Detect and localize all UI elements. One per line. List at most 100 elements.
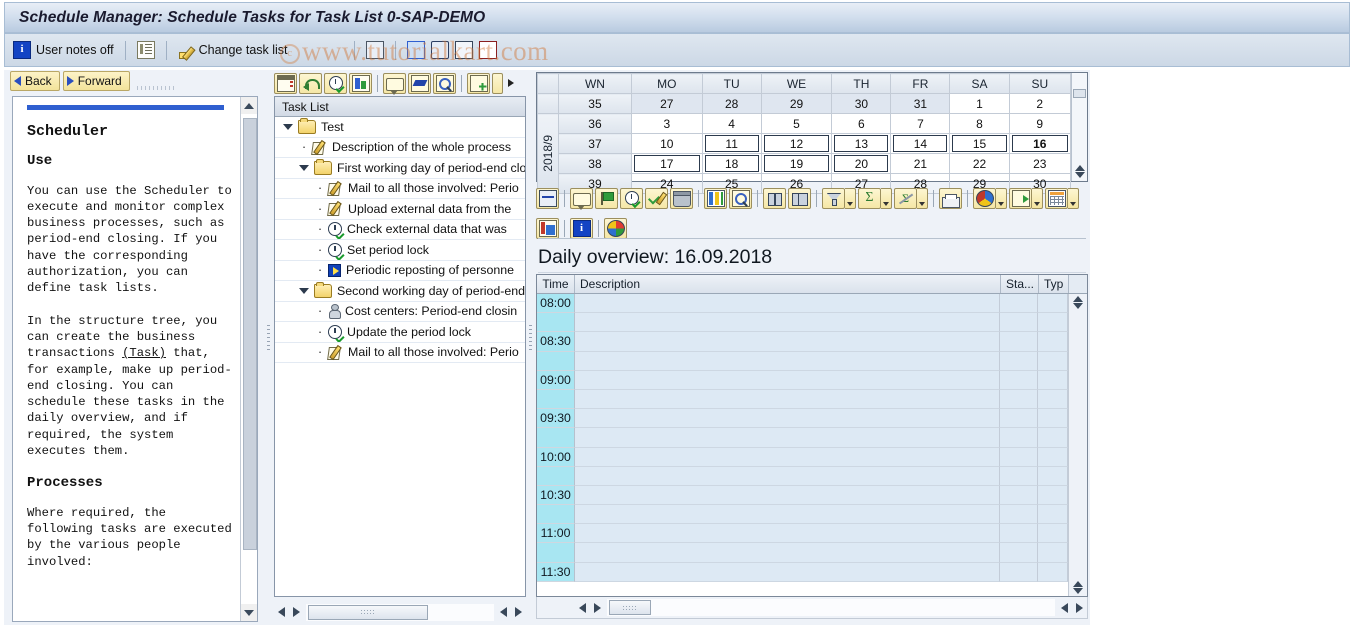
- cell-type[interactable]: [1038, 562, 1068, 582]
- scroll-down-icon[interactable]: [1073, 303, 1083, 309]
- column-header-description[interactable]: Description: [575, 275, 1001, 293]
- cell-description[interactable]: [575, 409, 1000, 429]
- calendar-week-number[interactable]: 38: [558, 153, 632, 174]
- scroll-page-right-button[interactable]: [511, 605, 526, 620]
- tree-node[interactable]: · Cost centers: Period-end closin: [275, 302, 525, 322]
- clock-check-button[interactable]: [620, 187, 643, 209]
- find-button[interactable]: [433, 72, 456, 94]
- dropdown-toggle[interactable]: [917, 187, 928, 209]
- tree-node[interactable]: First working day of period-end clo: [275, 158, 525, 179]
- color-legend-button[interactable]: [604, 217, 627, 239]
- print-button[interactable]: [939, 187, 962, 209]
- dropdown-toggle[interactable]: [881, 187, 892, 209]
- cell-time[interactable]: [537, 505, 575, 525]
- scroll-up-icon[interactable]: [1073, 581, 1083, 587]
- chevron-down-icon[interactable]: [299, 287, 309, 294]
- cell-description[interactable]: [575, 447, 1000, 467]
- cell-status[interactable]: [1000, 370, 1038, 390]
- cell-type[interactable]: [1038, 370, 1068, 390]
- cell-description[interactable]: [575, 389, 1000, 410]
- select-layout-button[interactable]: [406, 41, 425, 59]
- scroll-down-button[interactable]: [241, 604, 257, 621]
- scroll-left-button[interactable]: [274, 605, 289, 620]
- grid-scroll-bottom-arrows[interactable]: [1073, 581, 1083, 596]
- cell-description[interactable]: [575, 294, 1000, 314]
- grid-row[interactable]: [537, 389, 1068, 410]
- cell-status[interactable]: [1000, 562, 1038, 582]
- calendar-week-number[interactable]: 37: [558, 133, 632, 154]
- cell-description[interactable]: [575, 524, 1000, 544]
- cell-status[interactable]: [1000, 389, 1038, 410]
- spreadsheet-button[interactable]: [1045, 187, 1068, 209]
- grid-row[interactable]: 11:30: [537, 562, 1068, 582]
- tree-horizontal-scrollbar[interactable]: [274, 601, 526, 623]
- grid-row[interactable]: 09:00: [537, 370, 1068, 390]
- cell-description[interactable]: [575, 370, 1000, 390]
- scroll-page-left-button[interactable]: [1057, 600, 1072, 615]
- scroll-thumb[interactable]: [1073, 89, 1086, 98]
- info-button[interactable]: i: [570, 217, 593, 239]
- grid-row[interactable]: 08:00: [537, 294, 1068, 314]
- calendar-day-cell[interactable]: 6: [831, 113, 892, 134]
- cell-status[interactable]: [1000, 466, 1038, 486]
- total-sum-button[interactable]: Σ: [858, 187, 881, 209]
- filter-button[interactable]: [454, 41, 473, 59]
- grid-row[interactable]: 11:00: [537, 524, 1068, 544]
- cell-status[interactable]: [1000, 543, 1038, 563]
- find-button[interactable]: [763, 187, 786, 209]
- change-task-list-button[interactable]: Change task list: [178, 42, 288, 58]
- refresh-button[interactable]: [430, 41, 449, 59]
- calendar-schedule-button[interactable]: [274, 72, 297, 94]
- cell-time[interactable]: 09:30: [537, 409, 575, 429]
- grid-scroll-top-arrows[interactable]: [1073, 294, 1083, 309]
- calendar-day-cell[interactable]: 8: [949, 113, 1010, 134]
- help-vertical-scrollbar[interactable]: [240, 97, 257, 621]
- cell-description[interactable]: [575, 313, 1000, 333]
- report-chart-button[interactable]: [349, 72, 372, 94]
- task-link[interactable]: (Task): [122, 346, 166, 360]
- tree-node[interactable]: · Periodic reposting of personne: [275, 261, 525, 281]
- subtotal-button[interactable]: Σ: [894, 187, 917, 209]
- calendar-day-cell[interactable]: 5: [760, 113, 833, 134]
- flow-definition-button[interactable]: [408, 72, 431, 94]
- cell-time[interactable]: [537, 428, 575, 448]
- job-monitor-button[interactable]: [536, 187, 559, 209]
- calendar-day-cell[interactable]: 30: [831, 93, 892, 114]
- insert-row-button[interactable]: [467, 72, 490, 94]
- grid-row[interactable]: [537, 466, 1068, 486]
- grid-row[interactable]: [537, 543, 1068, 563]
- cell-time[interactable]: [537, 466, 575, 486]
- calendar-day-cell[interactable]: 1: [949, 93, 1010, 114]
- calendar-day-cell[interactable]: 22: [949, 153, 1010, 174]
- cell-status[interactable]: [1000, 351, 1038, 371]
- cell-description[interactable]: [575, 505, 1000, 525]
- print-button[interactable]: [365, 41, 384, 59]
- cell-time[interactable]: 10:00: [537, 447, 575, 467]
- calendar-day-cell[interactable]: 29: [760, 93, 833, 114]
- calendar-day-cell[interactable]: 21: [890, 153, 951, 174]
- cell-type[interactable]: [1038, 466, 1068, 486]
- calendar-day-cell[interactable]: 13: [831, 133, 892, 154]
- calendar-vertical-scrollbar[interactable]: [1071, 73, 1087, 181]
- cell-type[interactable]: [1038, 543, 1068, 563]
- toolbar-grip[interactable]: [136, 86, 177, 90]
- cell-status[interactable]: [1000, 294, 1038, 314]
- calendar-day-cell[interactable]: 28: [701, 93, 762, 114]
- calendar-scroll-arrows[interactable]: [1074, 165, 1085, 178]
- cell-status[interactable]: [1000, 332, 1038, 352]
- detail-find-button[interactable]: [729, 187, 752, 209]
- column-header-type[interactable]: Typ: [1039, 275, 1069, 293]
- grid-row[interactable]: 09:30: [537, 409, 1068, 429]
- note-button[interactable]: [383, 72, 406, 95]
- scroll-page-right-button[interactable]: [1072, 600, 1087, 615]
- cell-status[interactable]: [1000, 485, 1038, 506]
- tree-node[interactable]: · Check external data that was: [275, 220, 525, 240]
- splitter-grip[interactable]: [267, 325, 270, 352]
- dropdown-toggle[interactable]: [1032, 187, 1043, 209]
- save-layout-button[interactable]: [536, 217, 559, 239]
- cell-time[interactable]: 10:30: [537, 485, 575, 506]
- calendar-day-cell[interactable]: 11: [701, 133, 762, 154]
- back-button[interactable]: Back: [10, 71, 60, 91]
- calendar-day-cell[interactable]: 23: [1008, 153, 1072, 174]
- more-icon[interactable]: [508, 79, 514, 87]
